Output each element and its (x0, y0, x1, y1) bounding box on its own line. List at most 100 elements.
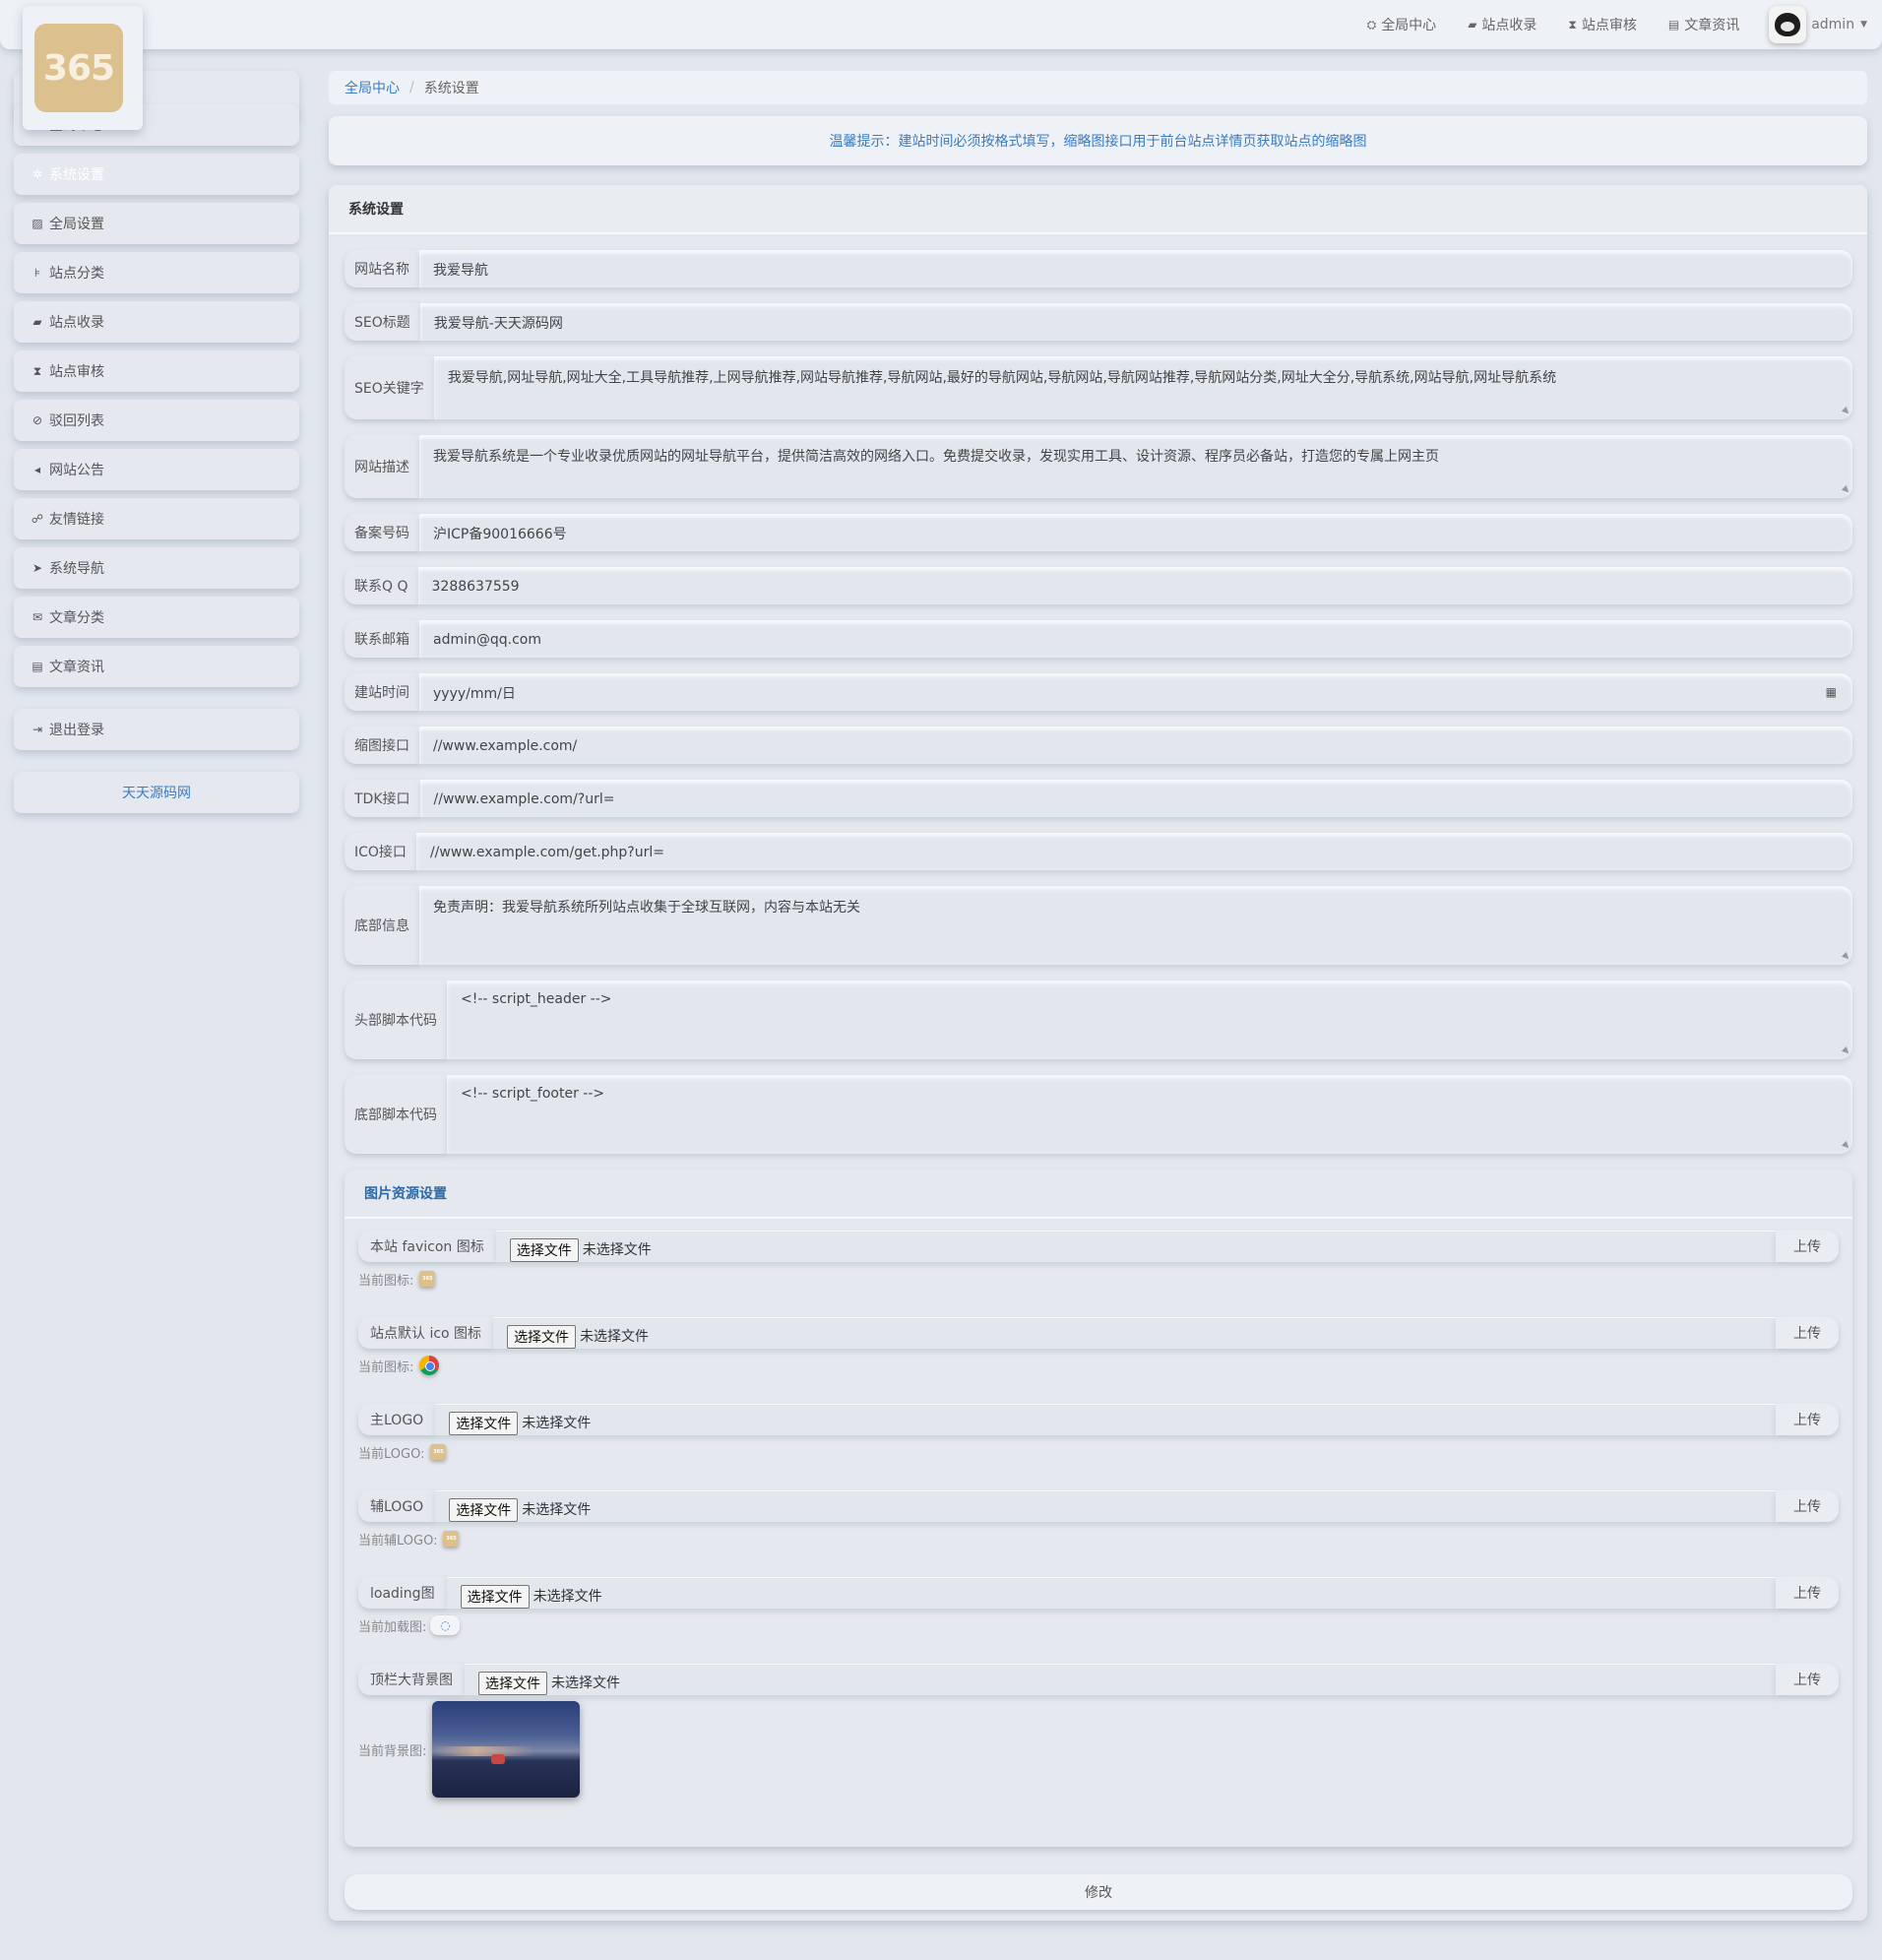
thumb-api-input[interactable]: //www.example.com/ (419, 727, 1852, 764)
upload-button[interactable]: 上传 (1776, 1490, 1839, 1522)
breadcrumb-home[interactable]: 全局中心 (345, 78, 400, 97)
sidebar-item-label: 文章分类 (49, 610, 104, 626)
topnav-site-review[interactable]: ⧗ 站点审核 (1568, 15, 1636, 34)
file-input[interactable]: 选择文件 未选择文件 (495, 1231, 1776, 1262)
top-nav: ⛭ 全局中心 ▰ 站点收录 ⧗ 站点审核 ▤ 文章资讯 admin ▼ (1336, 0, 1867, 49)
breadcrumb-separator: / (409, 80, 414, 95)
sidebar-item-site-review[interactable]: ⧗ 站点审核 (14, 350, 299, 392)
sidebar-item-site-categories[interactable]: ⊧ 站点分类 (14, 252, 299, 293)
settings-panel: 系统设置 网站名称 我爱导航 SEO标题 我爱导航-天天源码网 SEO关键字 我… (329, 185, 1867, 1921)
file-input[interactable]: 选择文件 未选择文件 (446, 1577, 1776, 1609)
brand-link[interactable]: 天天源码网 (14, 772, 299, 813)
sidebar-item-articles[interactable]: ▤ 文章资讯 (14, 646, 299, 687)
current-label: 当前辅LOGO: (358, 1533, 438, 1549)
file-input[interactable]: 选择文件 未选择文件 (435, 1490, 1776, 1522)
choose-file-button[interactable]: 选择文件 (478, 1672, 547, 1695)
tip-banner: 温馨提示：建站时间必须按格式填写，缩略图接口用于前台站点详情页获取站点的缩略图 (329, 116, 1867, 165)
build-time-date-input[interactable]: yyyy/mm/日 ▦ (419, 673, 1852, 711)
settings-form: 网站名称 我爱导航 SEO标题 我爱导航-天天源码网 SEO关键字 我爱导航,网… (345, 250, 1852, 1847)
sidebar-item-label: 站点收录 (49, 315, 104, 331)
file-input[interactable]: 选择文件 未选择文件 (435, 1404, 1776, 1435)
topnav-label: 站点审核 (1581, 18, 1637, 33)
icp-input[interactable]: 沪ICP备90016666号 (419, 514, 1852, 551)
logout-button[interactable]: ⇥ 退出登录 (14, 709, 299, 750)
sidebar-item-site-collection[interactable]: ▰ 站点收录 (14, 301, 299, 343)
qq-input[interactable]: 3288637559 (417, 567, 1852, 604)
choose-file-button[interactable]: 选择文件 (460, 1585, 530, 1609)
site-desc-textarea[interactable]: 我爱导航系统是一个专业收录优质网站的网址导航平台，提供简洁高效的网络入口。免费提… (419, 435, 1852, 498)
site-logo[interactable]: 365 (34, 24, 123, 112)
file-input[interactable]: 选择文件 未选择文件 (493, 1317, 1776, 1349)
site-name-input[interactable]: 我爱导航 (419, 250, 1852, 287)
textarea-value: <!-- script_footer --> (461, 1086, 605, 1102)
footer-info-textarea[interactable]: 免责声明：我爱导航系统所列站点收集于全球互联网，内容与本站无关 ▶ (419, 886, 1852, 965)
resize-handle-icon[interactable]: ▶ (1841, 951, 1852, 963)
form-row-email: 联系邮箱 admin@qq.com (345, 620, 1852, 658)
image-resources-title: 图片资源设置 (345, 1170, 1852, 1219)
resize-handle-icon[interactable]: ▶ (1841, 1140, 1852, 1152)
topnav-label: 文章资讯 (1684, 18, 1740, 33)
email-input[interactable]: admin@qq.com (419, 620, 1852, 658)
upload-button[interactable]: 上传 (1776, 1317, 1839, 1349)
calendar-icon[interactable]: ▦ (1826, 685, 1837, 699)
dashboard-icon: ⛭ (1366, 17, 1377, 32)
envelope-icon: ✉ (31, 610, 43, 624)
topnav-dashboard[interactable]: ⛭ 全局中心 (1367, 15, 1437, 34)
breadcrumb-current: 系统设置 (423, 81, 479, 96)
sidebar-item-article-categories[interactable]: ✉ 文章分类 (14, 597, 299, 638)
form-row-footer-script: 底部脚本代码 <!-- script_footer --> ▶ (345, 1075, 1852, 1154)
footer-script-textarea[interactable]: <!-- script_footer --> ▶ (447, 1075, 1852, 1154)
handshake-icon: ☍ (31, 512, 44, 526)
current-label: 当前加载图: (358, 1619, 427, 1635)
upload-label: 主LOGO (358, 1404, 436, 1435)
field-label: SEO关键字 (345, 356, 434, 419)
resize-handle-icon[interactable]: ▶ (1841, 484, 1852, 496)
seo-title-input[interactable]: 我爱导航-天天源码网 (419, 303, 1852, 341)
sidebar-item-system-settings[interactable]: ✲ 系统设置 (14, 154, 299, 195)
upload-button[interactable]: 上传 (1776, 1577, 1839, 1609)
sidebar-item-announcements[interactable]: ◂ 网站公告 (14, 449, 299, 490)
choose-file-button[interactable]: 选择文件 (509, 1238, 579, 1262)
upload-button[interactable]: 上传 (1776, 1231, 1839, 1262)
hourglass-icon: ⧗ (1568, 17, 1577, 32)
ico-api-input[interactable]: //www.example.com/get.php?url= (415, 833, 1852, 870)
sidebar-item-label: 系统设置 (49, 167, 104, 183)
form-row-header-script: 头部脚本代码 <!-- script_header --> ▶ (345, 980, 1852, 1059)
sidebar-item-rejected-list[interactable]: ⊘ 驳回列表 (14, 400, 299, 441)
upload-sub-logo: 辅LOGO 选择文件 未选择文件 上传 当前辅LOGO: 365 (358, 1490, 1839, 1549)
file-input[interactable]: 选择文件 未选择文件 (465, 1664, 1776, 1695)
current-label: 当前图标: (358, 1359, 414, 1375)
topnav-site-collection[interactable]: ▰ 站点收录 (1468, 15, 1537, 34)
image-icon: ▨ (31, 217, 43, 230)
user-menu[interactable]: admin ▼ (1769, 6, 1867, 43)
sidebar-item-friend-links[interactable]: ☍ 友情链接 (14, 498, 299, 539)
sidebar-item-global-settings[interactable]: ▨ 全局设置 (14, 203, 299, 244)
panel-title: 系统设置 (329, 185, 1867, 234)
resize-handle-icon[interactable]: ▶ (1841, 1045, 1852, 1057)
field-label: SEO标题 (345, 303, 420, 341)
topnav-articles[interactable]: ▤ 文章资讯 (1668, 15, 1739, 34)
current-image-row: 当前图标: 365 (358, 1268, 1839, 1290)
sign-out-icon: ⇥ (31, 723, 43, 736)
upload-button[interactable]: 上传 (1776, 1404, 1839, 1435)
newspaper-icon: ▤ (1667, 18, 1680, 32)
choose-file-button[interactable]: 选择文件 (449, 1412, 519, 1435)
textarea-value: <!-- script_header --> (461, 991, 612, 1007)
form-row-tdk-api: TDK接口 //www.example.com/?url= (345, 780, 1852, 817)
sidebar-item-system-nav[interactable]: ➤ 系统导航 (14, 547, 299, 589)
choose-file-button[interactable]: 选择文件 (507, 1325, 577, 1349)
tdk-api-input[interactable]: //www.example.com/?url= (419, 780, 1852, 817)
upload-button[interactable]: 上传 (1776, 1664, 1839, 1695)
submit-button[interactable]: 修改 (345, 1874, 1852, 1910)
header-script-textarea[interactable]: <!-- script_header --> ▶ (447, 980, 1852, 1059)
choose-file-button[interactable]: 选择文件 (449, 1498, 519, 1522)
logout-label: 退出登录 (49, 723, 104, 738)
sign-icon: ⊧ (33, 266, 41, 280)
field-label: 联系邮箱 (345, 620, 419, 658)
form-row-footer-info: 底部信息 免责声明：我爱导航系统所列站点收集于全球互联网，内容与本站无关 ▶ (345, 886, 1852, 965)
upload-header-background: 顶栏大背景图 选择文件 未选择文件 上传 当前背景图: (358, 1664, 1839, 1798)
seo-keywords-textarea[interactable]: 我爱导航,网址导航,网址大全,工具导航推荐,上网导航推荐,网站导航推荐,导航网站… (433, 356, 1852, 419)
resize-handle-icon[interactable]: ▶ (1841, 406, 1852, 417)
newspaper-icon: ▤ (31, 660, 43, 673)
gear-icon: ✲ (31, 167, 43, 181)
